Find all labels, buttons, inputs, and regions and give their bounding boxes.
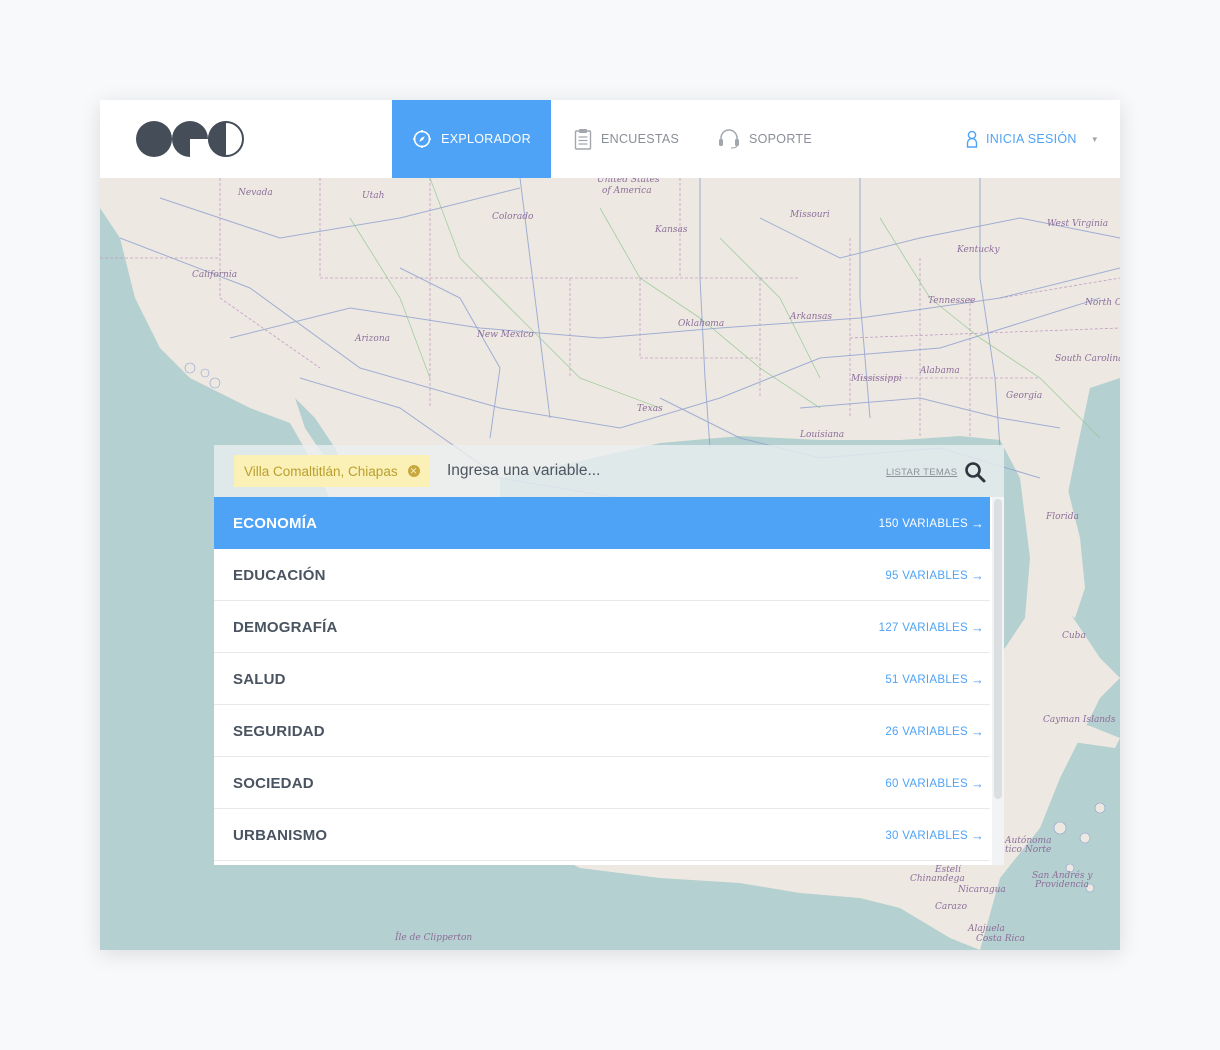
arrow-right-icon: → xyxy=(971,516,984,531)
topic-count: 127 VARIABLES xyxy=(878,622,968,634)
map-label: Carazo xyxy=(935,902,968,912)
map-label: Utah xyxy=(362,191,385,201)
app-window: Nevada Utah United States of America Col… xyxy=(100,100,1120,950)
nav-tab-soporte[interactable]: SOPORTE xyxy=(718,100,812,178)
map-label: Kentucky xyxy=(957,245,1000,255)
topic-count: 150 VARIABLES xyxy=(878,518,968,530)
map-label: California xyxy=(192,270,238,280)
map-label: Alabama xyxy=(920,366,960,376)
topic-count: 95 VARIABLES xyxy=(885,570,968,582)
nav-tab-label: ENCUESTAS xyxy=(601,132,680,146)
topic-row-demografia[interactable]: DEMOGRAFÍA 127 VARIABLES → xyxy=(214,601,990,653)
map-label: Alajuela xyxy=(968,924,1005,934)
map-label: Île de Clipperton xyxy=(395,933,473,943)
nav-tab-explorador[interactable]: EXPLORADOR xyxy=(392,100,551,178)
map-label: Tennessee xyxy=(928,296,976,306)
map-label: Mississippi xyxy=(851,374,902,384)
compass-icon xyxy=(413,130,432,148)
topic-list: ECONOMÍA 150 VARIABLES → EDUCACIÓN 95 VA… xyxy=(214,497,1004,865)
location-tag[interactable]: Villa Comaltitlán, Chiapas ✕ xyxy=(234,455,430,487)
map-label: South Carolina xyxy=(1055,354,1120,364)
list-topics-link[interactable]: LISTAR TEMAS xyxy=(886,467,957,478)
chevron-down-icon: ▼ xyxy=(1090,134,1099,144)
topic-row-salud[interactable]: SALUD 51 VARIABLES → xyxy=(214,653,990,705)
topic-name: SOCIEDAD xyxy=(233,775,314,792)
location-tag-label: Villa Comaltitlán, Chiapas xyxy=(244,463,398,479)
topic-row-educacion[interactable]: EDUCACIÓN 95 VARIABLES → xyxy=(214,549,990,601)
topic-name: EDUCACIÓN xyxy=(233,567,326,584)
nav-tab-encuestas[interactable]: ENCUESTAS xyxy=(574,100,679,178)
map-label: Kansas xyxy=(655,225,688,235)
topic-count: 26 VARIABLES xyxy=(885,726,968,738)
map-label: North Ca xyxy=(1085,298,1120,308)
map-label: West Virginia xyxy=(1047,219,1109,229)
nav-tab-label: EXPLORADOR xyxy=(441,132,531,146)
map-label: Missouri xyxy=(790,210,830,220)
map-label: Costa Rica xyxy=(976,934,1025,944)
map-label: of America xyxy=(602,186,652,196)
map-label: Nevada xyxy=(238,188,273,198)
topic-row-sociedad[interactable]: SOCIEDAD 60 VARIABLES → xyxy=(214,757,990,809)
app-logo[interactable] xyxy=(135,120,245,158)
top-navbar: EXPLORADOR ENCUESTAS SOPORTE INICIA SESI… xyxy=(100,100,1120,178)
topic-name: DEMOGRAFÍA xyxy=(233,619,338,636)
scrollbar-thumb[interactable] xyxy=(994,499,1002,799)
map-label: tico Norte xyxy=(1005,845,1052,855)
map-label: Arkansas xyxy=(790,312,833,322)
clipboard-icon xyxy=(574,129,592,150)
arrow-right-icon: → xyxy=(971,620,984,635)
arrow-right-icon: → xyxy=(971,724,984,739)
map-label: Colorado xyxy=(492,212,534,222)
topic-count: 30 VARIABLES xyxy=(885,830,968,842)
arrow-right-icon: → xyxy=(971,776,984,791)
remove-location-icon[interactable]: ✕ xyxy=(407,465,420,477)
map-label: Louisiana xyxy=(800,430,845,440)
arrow-right-icon: → xyxy=(971,672,984,687)
topic-list-scrollbar[interactable] xyxy=(992,497,1004,865)
topic-name: SEGURIDAD xyxy=(233,723,325,740)
map-label: Chinandega xyxy=(910,874,965,884)
arrow-right-icon: → xyxy=(971,828,984,843)
topic-count: 60 VARIABLES xyxy=(885,778,968,790)
topic-row-seguridad[interactable]: SEGURIDAD 26 VARIABLES → xyxy=(214,705,990,757)
map-label: Florida xyxy=(1046,512,1079,522)
topic-count: 51 VARIABLES xyxy=(885,674,968,686)
map-label: Cayman Islands xyxy=(1043,715,1116,725)
map-label: Oklahoma xyxy=(678,319,725,329)
nav-tab-label: SOPORTE xyxy=(749,132,812,146)
arrow-right-icon: → xyxy=(971,568,984,583)
map-label: Georgia xyxy=(1006,391,1043,401)
login-label: INICIA SESIÓN xyxy=(986,132,1077,146)
map-label: Texas xyxy=(637,404,663,414)
login-menu[interactable]: INICIA SESIÓN ▼ xyxy=(966,100,1099,178)
topic-name: URBANISMO xyxy=(233,827,328,844)
map-label: Nicaragua xyxy=(958,885,1006,895)
variable-search-input[interactable] xyxy=(447,455,877,487)
topic-explorer-panel: Villa Comaltitlán, Chiapas ✕ LISTAR TEMA… xyxy=(214,445,1004,865)
topic-name: ECONOMÍA xyxy=(233,515,318,532)
map-label: Arizona xyxy=(355,334,391,344)
search-icon[interactable] xyxy=(964,461,986,483)
map-label: Cuba xyxy=(1062,631,1086,641)
search-bar: Villa Comaltitlán, Chiapas ✕ LISTAR TEMA… xyxy=(214,445,1004,497)
topic-row-economia[interactable]: ECONOMÍA 150 VARIABLES → xyxy=(214,497,990,549)
user-icon xyxy=(966,130,978,148)
map-label: Providencia xyxy=(1035,880,1089,890)
map-label: New Mexico xyxy=(477,330,534,340)
topic-row-urbanismo[interactable]: URBANISMO 30 VARIABLES → xyxy=(214,809,990,861)
topic-name: SALUD xyxy=(233,671,286,688)
headset-icon xyxy=(719,129,739,149)
